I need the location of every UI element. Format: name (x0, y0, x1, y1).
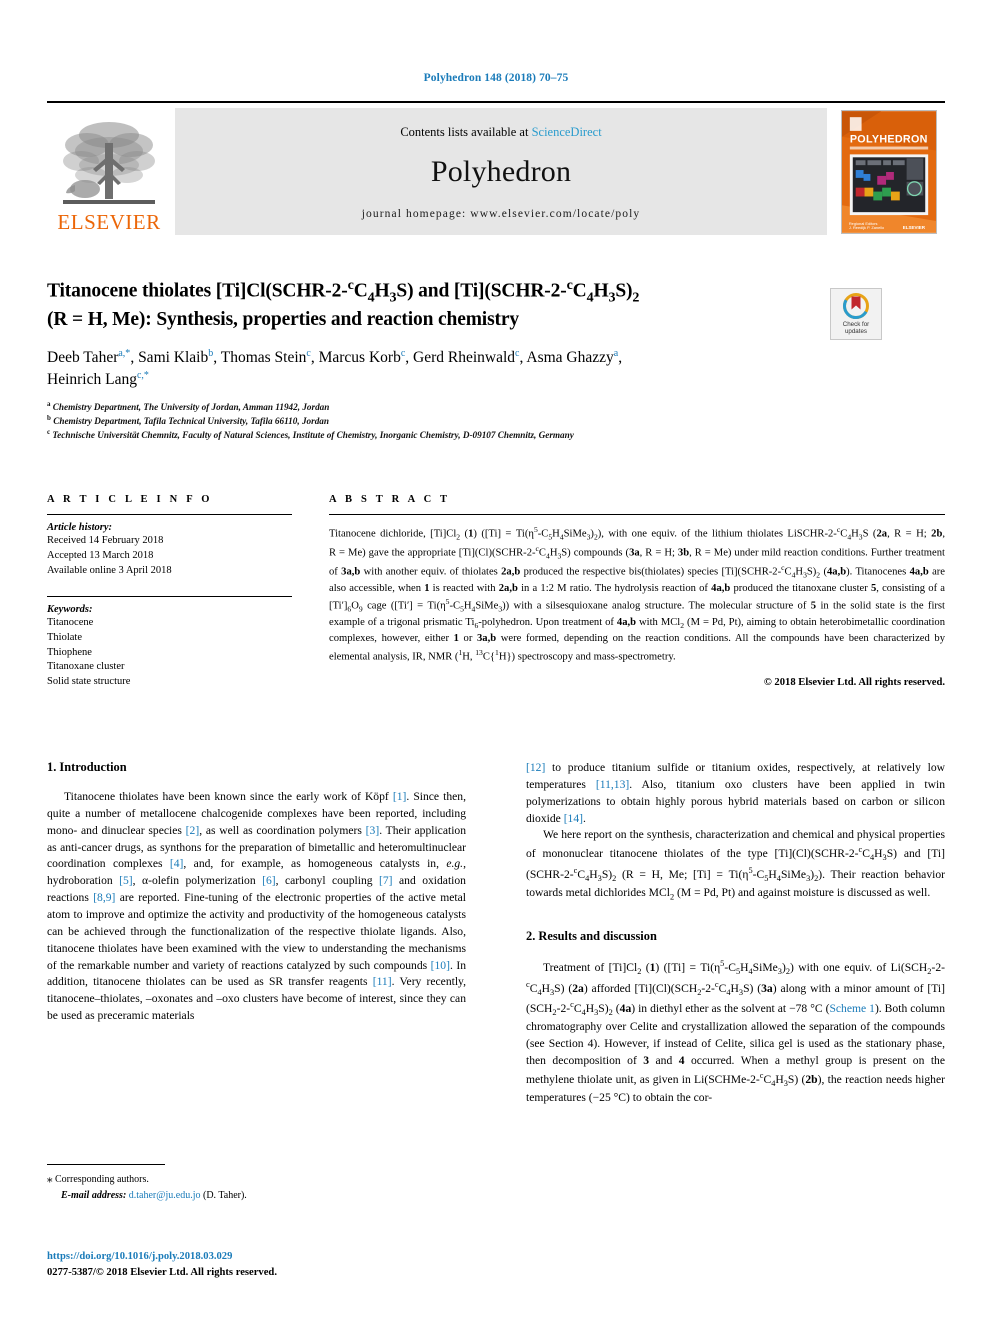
keyword-item: Thiophene (47, 646, 92, 658)
results-paragraph-1: Treatment of [Ti]Cl2 (1) ([Ti] = Ti(η5-C… (526, 959, 946, 1105)
issn-copyright: 0277-5387/© 2018 Elsevier Ltd. All right… (47, 1266, 277, 1278)
crossmark-label: Check for updates (843, 321, 869, 335)
contents-prefix: Contents lists available at (400, 125, 532, 139)
citation-link[interactable]: [10] (431, 959, 450, 972)
footnote-block: ⁎ Corresponding authors. E-mail address:… (47, 1164, 466, 1203)
citation-link[interactable]: [5] (119, 874, 133, 887)
affiliation-c: c Technische Universität Chemnitz, Facul… (47, 428, 574, 441)
body-columns: 1. Introduction Titanocene thiolates hav… (47, 760, 945, 1107)
footnote-rule (47, 1164, 165, 1165)
author-affil-mark: c (515, 347, 520, 359)
citation-link[interactable]: [14] (564, 812, 583, 825)
citation-link[interactable]: [11,13] (596, 778, 629, 791)
citation-link[interactable]: [11] (373, 975, 392, 988)
article-info-heading: A R T I C L E I N F O (47, 494, 213, 505)
author-affil-mark: a,* (118, 347, 131, 359)
received-date: Received 14 February 2018 (47, 535, 164, 546)
asterisk-icon: ⁎ (47, 1173, 53, 1185)
accepted-date: Accepted 13 March 2018 (47, 549, 154, 561)
citation-link[interactable]: [12] (526, 761, 545, 774)
keywords-block: Keywords: Titanocene Thiolate Thiophene … (47, 595, 292, 691)
corresponding-author-note: ⁎ Corresponding authors. (47, 1171, 466, 1188)
citation-link[interactable]: [2] (186, 824, 200, 837)
intro-paragraph-2: We here report on the synthesis, charact… (526, 828, 946, 902)
running-head: Polyhedron 148 (2018) 70–75 (423, 72, 569, 84)
affiliation-b: b Chemistry Department, Tafila Technical… (47, 414, 330, 427)
footer-block: https://doi.org/10.1016/j.poly.2018.03.0… (47, 1249, 497, 1281)
author-affil-mark: a (613, 347, 619, 359)
abstract-column: A B S T R A C T Titanocene dichloride, [… (329, 494, 945, 690)
citation-link[interactable]: [3] (366, 824, 380, 837)
article-history-label: Article history: (47, 522, 113, 533)
elsevier-logo: ELSEVIER (47, 108, 171, 235)
affiliation-a: a Chemistry Department, The University o… (47, 399, 330, 412)
crossmark-icon (843, 292, 869, 319)
email-note: E-mail address: d.taher@ju.edu.jo (D. Ta… (47, 1188, 466, 1203)
section-heading-results: 2. Results and discussion (526, 929, 657, 944)
title-block: Titanocene thiolates [Ti]Cl(SCHR-2-cC4H3… (47, 276, 945, 442)
abstract-text: Titanocene dichloride, [Ti]Cl2 (1) ([Ti]… (329, 525, 946, 663)
citation-link[interactable]: [8,9] (93, 891, 115, 904)
keyword-item: Thiolate (47, 631, 82, 643)
body-column-right: [12] to produce titanium sulfide or tita… (526, 760, 945, 1107)
article-info-column: A R T I C L E I N F O Article history: R… (47, 494, 292, 690)
journal-homepage[interactable]: journal homepage: www.elsevier.com/locat… (362, 208, 641, 220)
contents-panel: Contents lists available at ScienceDirec… (175, 108, 827, 235)
journal-masthead: ELSEVIER Contents lists available at Sci… (47, 101, 945, 235)
keyword-item: Titanocene (47, 616, 94, 628)
contents-available-line: Contents lists available at ScienceDirec… (400, 125, 601, 140)
crossmark-badge[interactable]: Check for updates (830, 288, 882, 340)
doi-link[interactable]: https://doi.org/10.1016/j.poly.2018.03.0… (47, 1249, 497, 1265)
page-title: Titanocene thiolates [Ti]Cl(SCHR-2-cC4H3… (47, 277, 640, 330)
body-column-left: 1. Introduction Titanocene thiolates hav… (47, 760, 466, 1107)
author-affil-mark: b (208, 347, 214, 359)
sciencedirect-link[interactable]: ScienceDirect (532, 125, 602, 139)
keyword-item: Titanoxane cluster (47, 661, 125, 673)
elsevier-tree-icon (63, 122, 155, 204)
article-page: Polyhedron 148 (2018) 70–75 ELSEVIER Con… (0, 0, 992, 1323)
info-abstract-block: A R T I C L E I N F O Article history: R… (47, 494, 945, 690)
author-affil-mark: c,* (136, 370, 149, 382)
intro-paragraph-1-continued: [12] to produce titanium sulfide or tita… (526, 761, 945, 825)
author-list: Deeb Tahera,*, Sami Klaibb, Thomas Stein… (47, 347, 623, 389)
crossmark-label-line1: Check for (842, 320, 870, 328)
svg-text:POLYHEDRON: POLYHEDRON (850, 133, 928, 145)
email-label: E-mail address: (61, 1189, 127, 1201)
keywords-label: Keywords: (47, 603, 93, 615)
scheme-link[interactable]: Scheme 1 (829, 1002, 875, 1015)
email-link[interactable]: d.taher@ju.edu.jo (129, 1190, 201, 1201)
available-online-date: Available online 3 April 2018 (47, 564, 172, 576)
svg-text:ELSEVIER: ELSEVIER (903, 224, 926, 229)
keyword-item: Solid state structure (47, 676, 131, 688)
author-affil-mark: c (306, 347, 311, 359)
elsevier-wordmark: ELSEVIER (57, 210, 161, 234)
journal-title: Polyhedron (430, 155, 572, 188)
journal-cover-image: POLYHEDRON Regional Editors J. Reedijk P… (841, 109, 937, 234)
email-suffix: (D. Taher). (200, 1189, 247, 1201)
journal-cover: POLYHEDRON Regional Editors J. Reedijk P… (833, 108, 945, 235)
abstract-copyright: © 2018 Elsevier Ltd. All rights reserved… (763, 676, 945, 688)
citation-link[interactable]: [4] (170, 857, 184, 870)
citation-link[interactable]: [7] (379, 874, 393, 887)
section-heading-introduction: 1. Introduction (47, 760, 127, 774)
author-affil-mark: c (400, 347, 406, 359)
corresponding-author-text: Corresponding authors. (55, 1174, 149, 1185)
crossmark-label-line2: updates (844, 328, 867, 335)
abstract-heading: A B S T R A C T (329, 494, 451, 505)
intro-paragraph-1: Titanocene thiolates have been known sin… (47, 790, 467, 1023)
affiliation-list: a Chemistry Department, The University o… (47, 400, 945, 442)
citation-link[interactable]: [1] (393, 790, 407, 803)
svg-text:J. Reedijk P. Zanello: J. Reedijk P. Zanello (849, 224, 885, 229)
citation-link[interactable]: [6] (262, 874, 276, 887)
